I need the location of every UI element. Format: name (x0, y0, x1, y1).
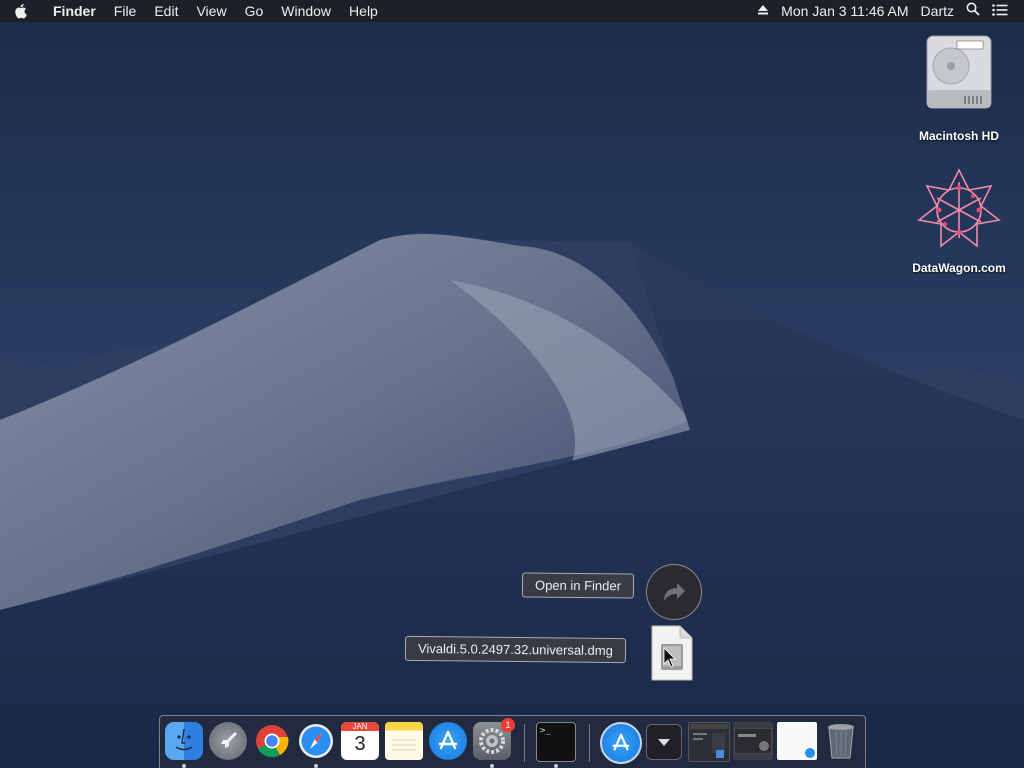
dock-terminal[interactable]: >_ (536, 722, 576, 762)
dock-app-store[interactable] (429, 722, 467, 760)
menu-go[interactable]: Go (236, 0, 273, 22)
chrome-icon (256, 725, 289, 758)
menu-help[interactable]: Help (340, 0, 387, 22)
downloads-stack-icon (658, 739, 670, 746)
dock-notes[interactable] (385, 722, 423, 760)
menu-window[interactable]: Window (272, 0, 340, 22)
open-in-finder-label: Open in Finder (521, 572, 635, 599)
running-indicator (314, 764, 318, 768)
minimized-window-icon (690, 724, 728, 758)
safari-icon (299, 724, 333, 758)
dock-separator (524, 724, 525, 762)
menu-file[interactable]: File (105, 0, 146, 22)
calendar-month: JAN (341, 722, 379, 731)
notes-icon (392, 739, 416, 751)
running-indicator (182, 764, 186, 768)
notification-center-icon[interactable] (986, 0, 1014, 22)
desktop-icon-label: Macintosh HD (918, 129, 999, 143)
system-preferences-icon (479, 728, 505, 754)
dock-applications[interactable] (600, 722, 642, 764)
dock-minimized-window-1[interactable] (688, 722, 730, 762)
hard-drive-icon (926, 35, 992, 109)
dock-launchpad[interactable] (209, 722, 247, 760)
open-in-finder-button[interactable] (646, 564, 702, 620)
desktop-icon-label: DataWagon.com (912, 261, 1006, 275)
minimized-window-icon (734, 728, 772, 754)
dock-calendar[interactable]: JAN 3 (341, 722, 379, 760)
dock-system-preferences[interactable]: 1 (473, 718, 515, 760)
menubar-clock[interactable]: Mon Jan 3 11:46 AM (775, 0, 914, 22)
menu-edit[interactable]: Edit (145, 0, 187, 22)
dock: JAN 3 1 >_ (159, 715, 866, 768)
menu-app-name[interactable]: Finder (44, 0, 105, 22)
trash-icon (828, 724, 854, 759)
running-indicator (490, 764, 494, 768)
launchpad-icon (221, 732, 237, 748)
desktop-icon-datawagon[interactable]: DataWagon.com (904, 168, 1014, 275)
minimized-window-icon (805, 748, 815, 758)
dock-chrome[interactable] (253, 722, 291, 760)
dragged-file-label: Vivaldi.5.0.2497.32.universal.dmg (404, 635, 627, 664)
dmg-file-icon[interactable] (650, 624, 694, 681)
applications-folder-icon (612, 733, 630, 751)
menu-bar: Finder File Edit View Go Window Help Mon… (0, 0, 1024, 22)
dock-downloads[interactable] (646, 724, 682, 760)
dock-trash[interactable] (822, 722, 860, 760)
dock-separator (589, 724, 590, 762)
dock-safari[interactable] (297, 722, 335, 760)
menu-view[interactable]: View (187, 0, 235, 22)
terminal-icon: >_ (540, 726, 551, 736)
dock-minimized-window-3[interactable] (777, 722, 817, 760)
notification-badge: 1 (501, 718, 515, 732)
dock-minimized-window-2[interactable] (733, 722, 773, 760)
datawagon-logo-icon (917, 168, 1001, 248)
finder-icon (175, 728, 193, 751)
running-indicator (554, 764, 558, 768)
share-arrow-icon (664, 583, 685, 601)
spotlight-search-icon[interactable] (960, 0, 986, 22)
calendar-day: 3 (354, 733, 366, 755)
dock-finder[interactable] (165, 722, 203, 760)
apple-menu-icon[interactable] (0, 3, 44, 19)
menubar-user[interactable]: Dartz (915, 0, 960, 22)
eject-icon[interactable] (751, 0, 775, 22)
app-store-icon (438, 730, 458, 750)
desktop-icon-macintosh-hd[interactable]: Macintosh HD (904, 32, 1014, 143)
